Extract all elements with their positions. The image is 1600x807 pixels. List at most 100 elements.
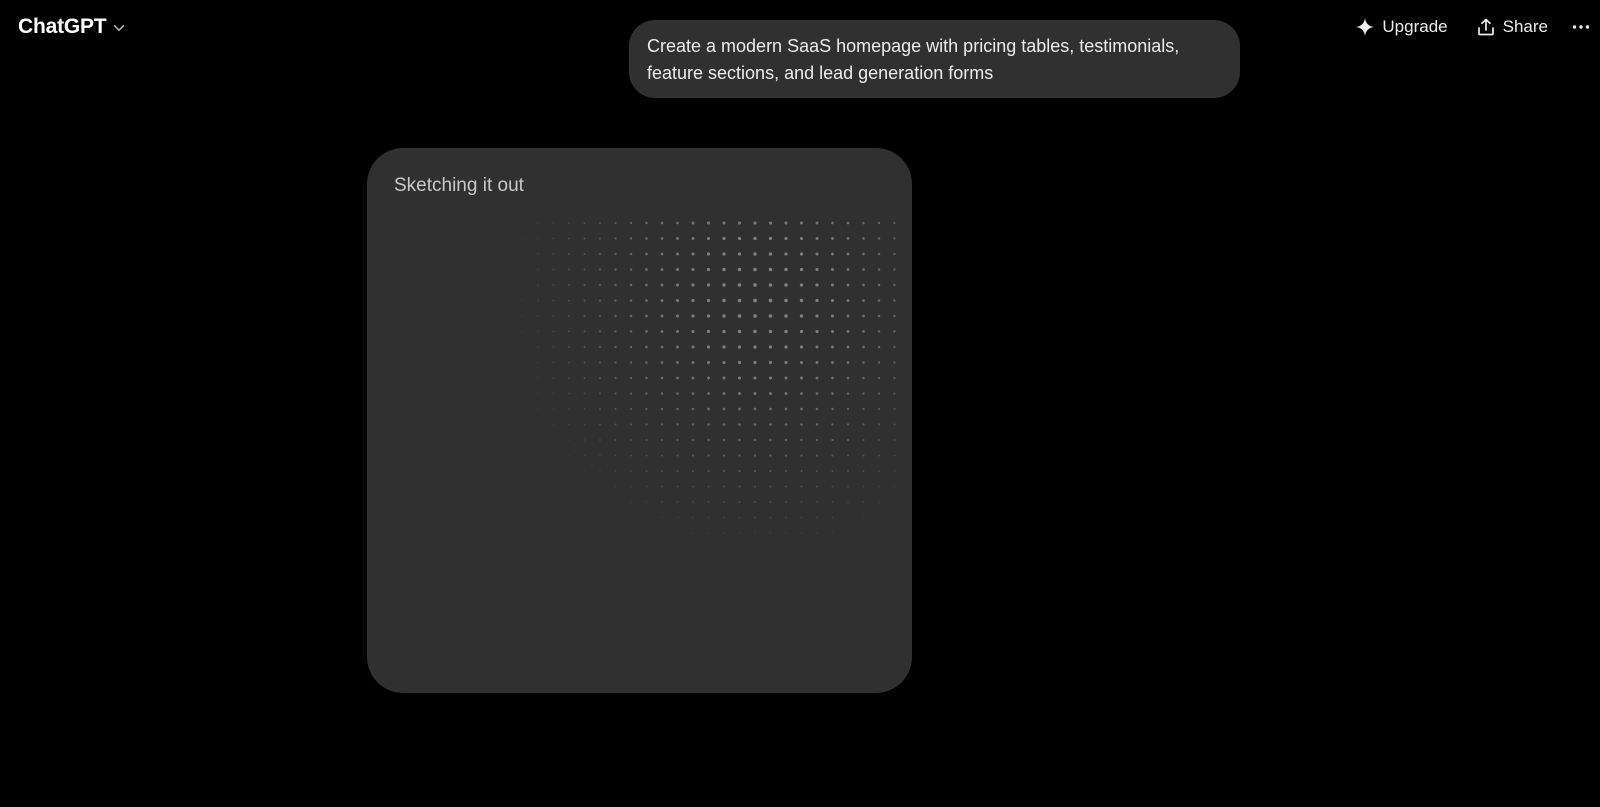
pattern-dot (552, 346, 555, 348)
pattern-dot (676, 392, 679, 395)
pattern-dot (707, 485, 710, 488)
pattern-dot (722, 376, 726, 380)
pattern-dot (737, 221, 742, 225)
pattern-dot (768, 267, 773, 272)
pattern-dot (568, 377, 570, 379)
pattern-dot (846, 314, 850, 318)
pattern-dot (800, 485, 803, 488)
pattern-dot (599, 439, 601, 441)
pattern-dot (583, 408, 586, 410)
pattern-dot (769, 469, 772, 473)
pattern-dot (676, 423, 679, 426)
pattern-dot (552, 284, 555, 286)
pattern-dot (707, 438, 710, 442)
pattern-dot (831, 547, 834, 550)
pattern-dot (568, 268, 570, 271)
pattern-dot (645, 516, 648, 519)
pattern-dot (614, 330, 617, 333)
pattern-dot (660, 438, 664, 442)
pattern-dot (707, 516, 710, 519)
pattern-dot (506, 346, 508, 348)
pattern-dot (537, 377, 539, 379)
pattern-dot (552, 377, 555, 379)
share-button[interactable]: Share (1466, 10, 1558, 44)
pattern-dot (753, 221, 757, 225)
pattern-dot (723, 516, 725, 519)
pattern-dot (583, 237, 586, 240)
pattern-dot (568, 284, 570, 286)
pattern-dot (815, 438, 819, 442)
pattern-dot (877, 423, 881, 426)
pattern-dot (785, 563, 787, 565)
pattern-dot (629, 299, 633, 302)
pattern-dot (831, 532, 834, 534)
upgrade-label: Upgrade (1382, 17, 1448, 36)
pattern-dot (691, 438, 695, 442)
pattern-dot (645, 237, 648, 240)
pattern-dot (722, 407, 726, 411)
pattern-dot (800, 423, 803, 426)
pattern-dot (660, 283, 664, 287)
pattern-dot (737, 360, 742, 365)
pattern-dot (753, 298, 757, 303)
pattern-dot (722, 329, 726, 334)
pattern-dot (645, 283, 648, 287)
pattern-dot (877, 221, 881, 225)
pattern-dot (537, 392, 539, 395)
pattern-dot (737, 329, 742, 334)
pattern-dot (784, 423, 788, 426)
pattern-dot (862, 470, 865, 472)
pattern-dot (753, 345, 757, 349)
pattern-dot (862, 454, 865, 457)
pattern-dot (568, 237, 570, 240)
pattern-dot (769, 392, 772, 395)
pattern-dot (847, 470, 849, 472)
pattern-dot (785, 547, 787, 550)
pattern-dot (769, 501, 772, 503)
more-options-button[interactable] (1564, 10, 1598, 44)
pattern-dot (645, 485, 648, 488)
pattern-dot (753, 314, 757, 318)
pattern-dot (552, 222, 555, 224)
pattern-dot (583, 252, 586, 256)
pattern-dot (552, 315, 555, 317)
pattern-dot (893, 454, 896, 457)
pattern-dot (630, 439, 632, 441)
pattern-dot (862, 268, 865, 271)
pattern-dot (706, 298, 711, 303)
pattern-dot (738, 469, 741, 473)
pattern-dot (877, 330, 881, 333)
pattern-dot (676, 532, 679, 534)
pattern-dot (583, 454, 586, 457)
pattern-dot (723, 547, 725, 550)
pattern-dot (599, 470, 601, 472)
pattern-dot (568, 439, 570, 441)
pattern-dot (753, 454, 757, 457)
model-picker[interactable]: ChatGPT (10, 10, 134, 44)
pattern-dot (877, 314, 881, 318)
generation-status-label: Sketching it out (394, 175, 524, 196)
sparkle-icon (1355, 17, 1375, 37)
pattern-dot (645, 221, 648, 225)
share-upload-icon (1476, 17, 1496, 37)
pattern-dot (645, 532, 648, 534)
pattern-dot (831, 376, 834, 380)
pattern-dot (784, 283, 788, 287)
pattern-dot (877, 345, 881, 349)
user-message-text: Create a modern SaaS homepage with prici… (647, 36, 1180, 83)
pattern-dot (660, 314, 664, 318)
upgrade-button[interactable]: Upgrade (1345, 10, 1457, 44)
pattern-dot (660, 237, 664, 240)
pattern-dot (800, 438, 803, 442)
pattern-dot (893, 268, 896, 271)
pattern-dot (598, 283, 602, 287)
pattern-dot (878, 516, 880, 519)
pattern-dot (753, 469, 757, 473)
pattern-dot (537, 315, 539, 317)
pattern-dot (831, 423, 834, 426)
pattern-dot (552, 423, 555, 426)
pattern-dot (784, 438, 788, 442)
pattern-dot (893, 330, 896, 333)
pattern-dot (691, 392, 695, 395)
pattern-dot (862, 330, 865, 333)
